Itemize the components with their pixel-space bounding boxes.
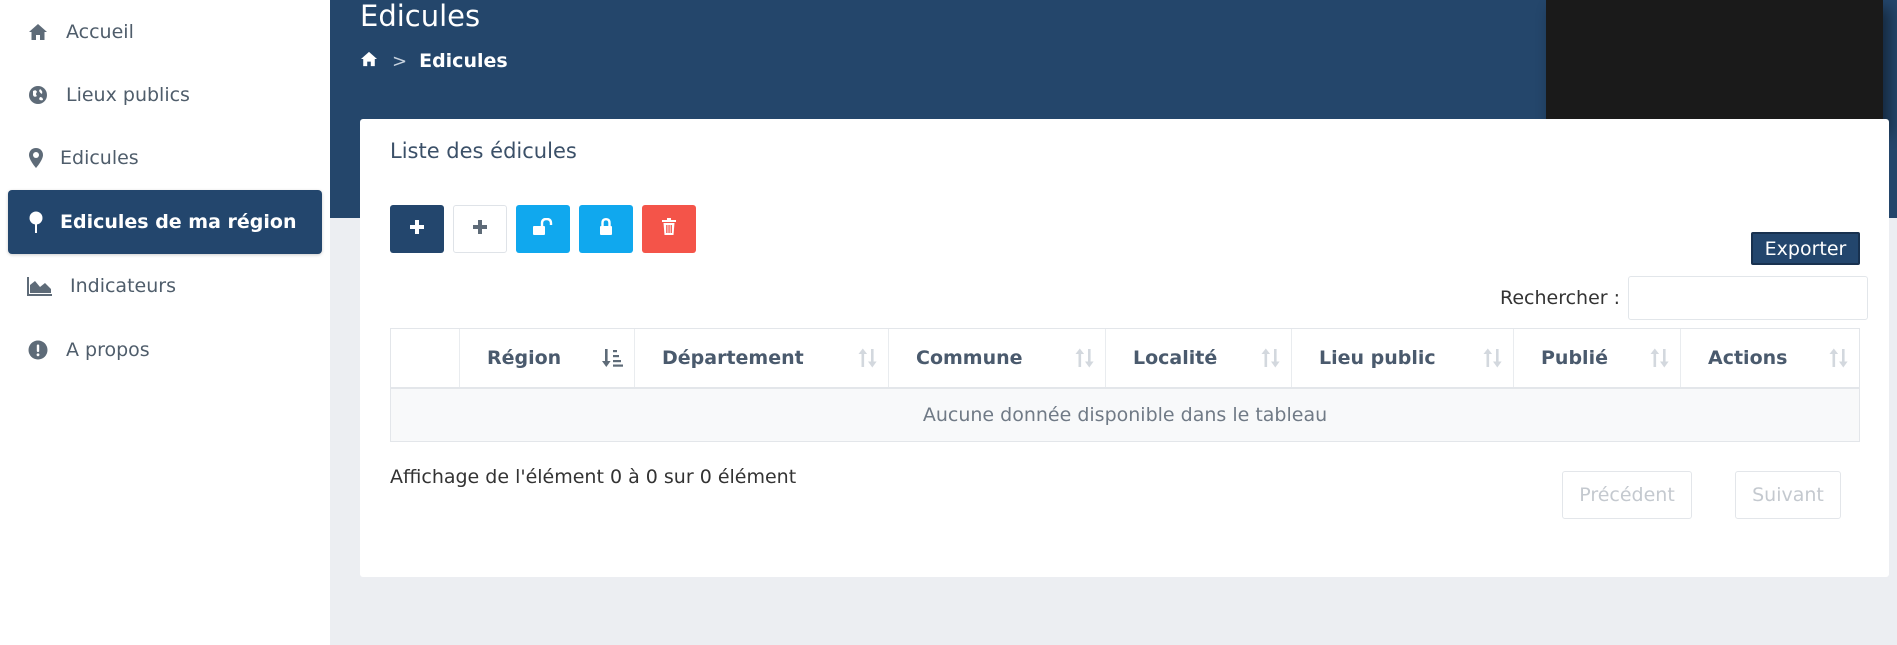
- column-header-label: Région: [487, 347, 562, 369]
- unlock-icon: [532, 217, 554, 240]
- column-header-select: [391, 329, 460, 387]
- breadcrumb-current: Edicules: [419, 50, 508, 72]
- exclamation-circle-icon: [26, 338, 50, 362]
- plus-icon: [472, 219, 488, 239]
- column-header-label: Commune: [916, 347, 1023, 369]
- plus-icon: [409, 219, 425, 239]
- search-input[interactable]: [1628, 276, 1869, 320]
- breadcrumb: > Edicules: [360, 48, 508, 74]
- export-button[interactable]: Exporter: [1751, 232, 1860, 265]
- sidebar-item-a-propos[interactable]: A propos: [8, 318, 322, 382]
- sidebar-item-label: A propos: [66, 339, 150, 361]
- sidebar-item-label: Accueil: [66, 21, 134, 43]
- add-secondary-button[interactable]: [453, 205, 507, 253]
- column-header-actions[interactable]: Actions: [1681, 329, 1859, 387]
- table-empty-row: Aucune donnée disponible dans le tableau: [391, 389, 1859, 441]
- dark-overlay-panel: [1546, 0, 1883, 127]
- list-card: Liste des édicules Exporter Rechercher:…: [360, 119, 1889, 577]
- page-title: Edicules: [360, 0, 481, 33]
- sort-icon: [1483, 348, 1503, 368]
- add-button[interactable]: [390, 205, 444, 253]
- unlock-button[interactable]: [516, 205, 570, 253]
- search-row: Rechercher :: [1500, 276, 1869, 320]
- next-page-button[interactable]: Suivant: [1735, 471, 1841, 519]
- home-icon: [26, 20, 50, 44]
- column-header-label: Publié: [1541, 347, 1608, 369]
- sidebar-item-label: Edicules: [60, 147, 139, 169]
- toolbar: [390, 205, 696, 253]
- lock-button[interactable]: [579, 205, 633, 253]
- column-header-label: Département: [662, 347, 804, 369]
- table-info: Affichage de l'élément 0 à 0 sur 0 éléme…: [390, 466, 797, 488]
- sidebar-item-edicules[interactable]: Edicules: [8, 126, 322, 190]
- lock-icon: [599, 217, 613, 240]
- sidebar: Accueil Lieux publics Edicules Edicules …: [0, 0, 330, 645]
- map-pin-icon: [24, 210, 48, 234]
- sidebar-item-lieux-publics[interactable]: Lieux publics: [8, 63, 322, 127]
- column-header-commune[interactable]: Commune: [889, 329, 1106, 387]
- column-header-label: Localité: [1133, 347, 1218, 369]
- breadcrumb-separator: >: [392, 50, 408, 72]
- sidebar-item-accueil[interactable]: Accueil: [8, 0, 322, 64]
- globe-icon: [26, 83, 50, 107]
- sidebar-item-edicules-de-ma-region[interactable]: Edicules de ma région: [8, 190, 322, 254]
- column-header-label: Actions: [1708, 347, 1788, 369]
- map-marker-icon: [24, 146, 48, 170]
- sidebar-item-label: Lieux publics: [66, 84, 190, 106]
- data-table: Région Département Commune Localité Lieu…: [390, 328, 1860, 442]
- sidebar-item-indicateurs[interactable]: Indicateurs: [8, 254, 322, 318]
- sort-icon: [1261, 348, 1281, 368]
- table-header: Région Département Commune Localité Lieu…: [391, 329, 1859, 389]
- column-header-localite[interactable]: Localité: [1106, 329, 1292, 387]
- column-header-publie[interactable]: Publié: [1514, 329, 1681, 387]
- column-header-departement[interactable]: Département: [635, 329, 889, 387]
- sidebar-item-label: Indicateurs: [70, 275, 176, 297]
- column-header-lieu-public[interactable]: Lieu public: [1292, 329, 1514, 387]
- sort-icon: [1075, 348, 1095, 368]
- sidebar-item-label: Edicules de ma région: [60, 211, 297, 233]
- column-header-region[interactable]: Région: [460, 329, 635, 387]
- column-header-label: Lieu public: [1319, 347, 1436, 369]
- sort-ascending-icon: [602, 348, 624, 368]
- search-label: Rechercher :: [1500, 287, 1621, 309]
- previous-page-button[interactable]: Précédent: [1562, 471, 1692, 519]
- delete-button[interactable]: [642, 205, 696, 253]
- trash-icon: [662, 218, 676, 240]
- card-title: Liste des édicules: [390, 139, 577, 163]
- home-icon[interactable]: [360, 50, 378, 72]
- sort-icon: [1829, 348, 1849, 368]
- sort-icon: [858, 348, 878, 368]
- area-chart-icon: [26, 274, 54, 298]
- sort-icon: [1650, 348, 1670, 368]
